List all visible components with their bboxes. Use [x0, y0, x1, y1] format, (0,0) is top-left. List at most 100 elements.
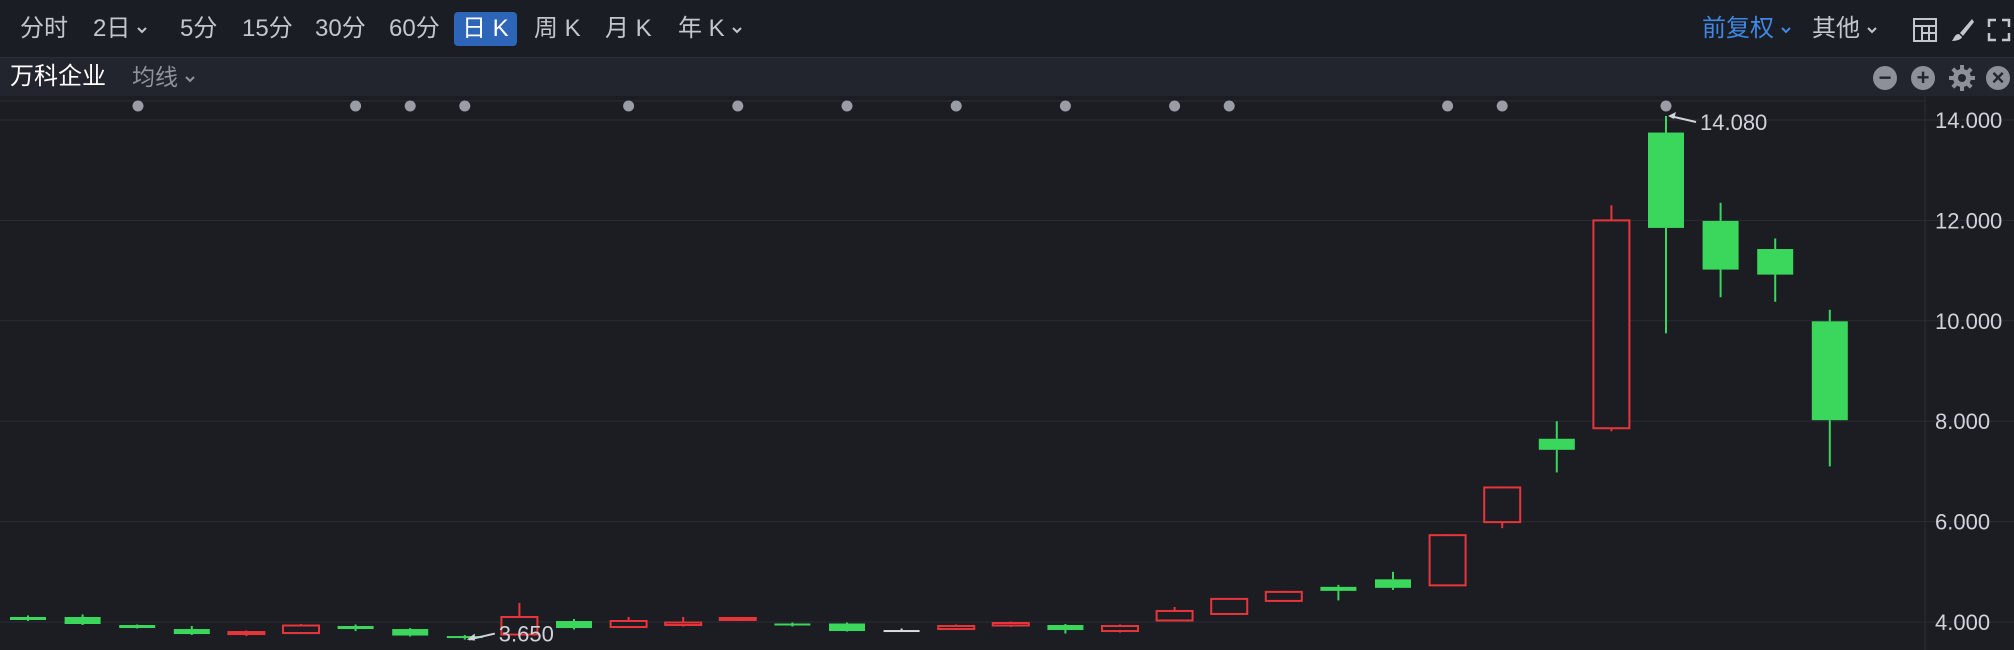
chevron-down-icon	[1866, 24, 1878, 36]
y-tick-label: 14.000	[1935, 108, 2002, 133]
candle-body-down	[774, 623, 811, 626]
candle-body-up	[1101, 625, 1139, 633]
candle	[718, 616, 757, 621]
adjust-label: 前复权	[1702, 15, 1774, 42]
candle-body-down	[829, 623, 865, 632]
candle	[1101, 624, 1139, 633]
candle	[829, 622, 865, 632]
event-marker-dot[interactable]	[132, 100, 144, 112]
ma-dropdown[interactable]: 均线	[132, 60, 196, 94]
candle-body-down	[1375, 579, 1411, 588]
y-tick-label: 10.000	[1935, 309, 2002, 334]
candle	[1592, 205, 1631, 432]
candle-body-up	[991, 622, 1030, 627]
candle	[119, 624, 156, 629]
fullscreen-icon[interactable]	[1986, 17, 2012, 43]
event-marker-dot[interactable]	[1223, 100, 1235, 112]
brush-icon[interactable]	[1950, 17, 1976, 43]
tab-daily-k[interactable]: 日 K	[454, 12, 517, 46]
y-tick-label: 4.000	[1935, 610, 1990, 635]
candle-body-down	[1320, 586, 1357, 591]
chevron-down-icon	[731, 24, 743, 36]
candle	[1264, 590, 1303, 602]
candle-body-up	[1592, 219, 1631, 430]
zoom-out-button[interactable]: −	[1873, 66, 1897, 90]
stock-name: 万科企业	[10, 63, 106, 90]
candle	[392, 628, 429, 637]
candle-body-down	[337, 626, 374, 630]
candle	[282, 624, 320, 635]
chevron-down-icon	[136, 24, 148, 36]
event-marker-dot[interactable]	[404, 100, 416, 112]
gear-icon[interactable]	[1948, 64, 1976, 92]
chevron-down-icon	[1780, 24, 1792, 36]
tab-weekly-k[interactable]: 周 K	[534, 12, 581, 46]
candle-body-up	[609, 619, 648, 629]
candle-body-up	[1483, 486, 1522, 524]
candle	[1483, 486, 1522, 529]
candle-body-down	[1811, 321, 1848, 421]
adjust-dropdown[interactable]: 前复权	[1702, 12, 1792, 46]
candle-body-up	[664, 621, 703, 627]
tab-yearly-k[interactable]: 年 K	[678, 12, 743, 46]
candle-body-up	[227, 631, 266, 636]
candle-body-down	[1538, 438, 1575, 450]
candle-body-down	[119, 625, 156, 629]
tab-monthly-k[interactable]: 月 K	[605, 12, 652, 46]
event-marker-dot[interactable]	[841, 100, 853, 112]
candle-body-down	[1648, 132, 1684, 228]
candle-body-up	[937, 625, 976, 631]
close-button[interactable]: ×	[1986, 66, 2010, 90]
y-tick-label: 6.000	[1935, 510, 1990, 535]
event-marker-dot[interactable]	[459, 100, 471, 112]
candle-body-up	[1155, 609, 1194, 622]
candle-body-up	[1210, 597, 1249, 615]
max-price-label: 14.080	[1700, 110, 1767, 135]
candle-body-down	[10, 616, 46, 620]
zoom-in-button[interactable]: +	[1911, 66, 1935, 90]
event-marker-dot[interactable]	[623, 100, 635, 112]
y-tick-label: 8.000	[1935, 409, 1990, 434]
candle	[1428, 534, 1467, 587]
event-marker-dot[interactable]	[732, 100, 744, 112]
candle-body-up	[282, 624, 320, 635]
event-marker-dot[interactable]	[1169, 100, 1181, 112]
layout-grid-icon[interactable]	[1912, 17, 1938, 43]
candle-body-up	[1428, 534, 1467, 587]
event-marker-dot[interactable]	[1660, 100, 1672, 112]
candle-body-down	[1047, 625, 1084, 631]
candle-body-up	[718, 616, 757, 621]
tab-60min[interactable]: 60分	[389, 12, 440, 46]
period-toolbar: 分时 2日 5分 15分 30分 60分 日 K 周 K 月 K 年 K 前复权…	[0, 0, 2014, 58]
tab-2day-label: 2日	[93, 15, 131, 42]
event-marker-dot[interactable]	[1442, 100, 1454, 112]
event-marker-dot[interactable]	[1059, 100, 1071, 112]
candle-body-down	[173, 629, 210, 635]
chevron-down-icon	[184, 73, 196, 85]
tab-30min[interactable]: 30分	[315, 12, 366, 46]
tab-yearly-k-label: 年 K	[678, 15, 725, 42]
min-price-label: 3.650	[499, 622, 554, 647]
candle-body-down	[64, 616, 101, 625]
candle-body-up	[1264, 590, 1303, 602]
y-tick-label: 12.000	[1935, 208, 2002, 233]
candle-body-down	[556, 620, 592, 629]
tab-timeshare[interactable]: 分时	[20, 12, 68, 46]
candle-body-down	[1702, 220, 1739, 270]
tab-5min[interactable]: 5分	[180, 12, 217, 46]
candle-body-down	[1757, 249, 1794, 275]
event-marker-dot[interactable]	[1496, 100, 1508, 112]
event-marker-dot[interactable]	[350, 100, 362, 112]
tab-2day[interactable]: 2日	[93, 12, 148, 46]
candle-body-down	[392, 629, 429, 636]
candle-body-down	[883, 630, 920, 633]
candle	[991, 621, 1030, 628]
event-marker-dot[interactable]	[950, 100, 962, 112]
indicator-bar: 万科企业 均线 − + ×	[0, 58, 2014, 96]
candle	[937, 624, 976, 631]
candlestick-chart: 14.000 12.000 10.000 8.000 6.000 4.000 14.080…	[0, 96, 2014, 650]
other-label: 其他	[1812, 15, 1860, 42]
other-dropdown[interactable]: 其他	[1812, 12, 1878, 46]
tab-15min[interactable]: 15分	[242, 12, 293, 46]
ma-label: 均线	[132, 64, 178, 90]
